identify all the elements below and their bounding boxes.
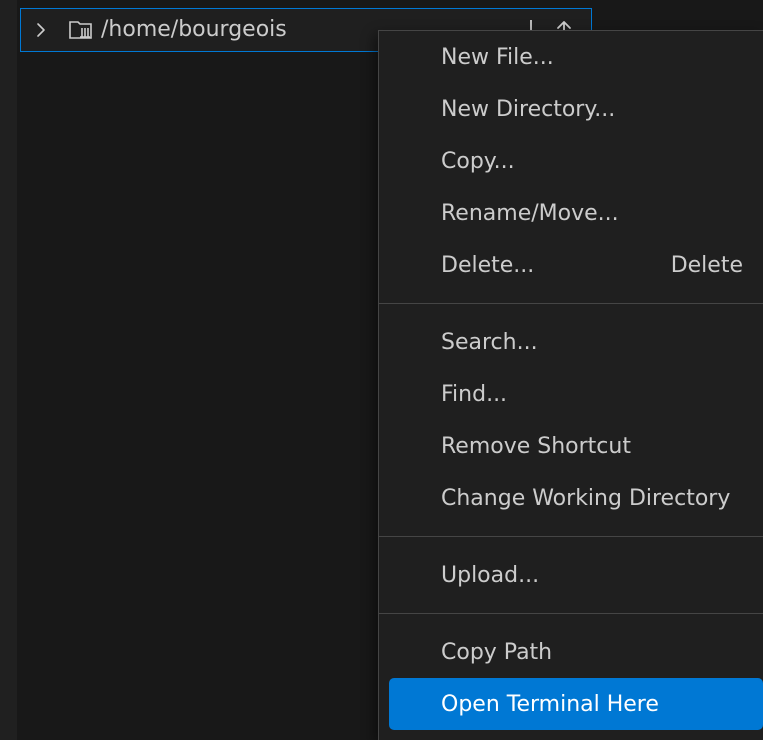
- menu-item[interactable]: New Directory...: [379, 83, 763, 135]
- menu-group: Copy Path Open Terminal Here: [379, 626, 763, 730]
- menu-item-label: Change Working Directory: [441, 485, 731, 511]
- menu-item-label: Find...: [441, 381, 508, 407]
- menu-group: Upload...: [379, 549, 763, 601]
- menu-group: New File... New Directory... Copy... Rename…: [379, 31, 763, 291]
- menu-item[interactable]: New File...: [379, 31, 763, 83]
- menu-item-label: New Directory...: [441, 96, 616, 122]
- menu-separator: [379, 536, 763, 537]
- menu-item-label: Rename/Move...: [441, 200, 619, 226]
- context-menu: New File... New Directory... Copy... Rename…: [378, 30, 763, 740]
- menu-item-label: Delete...: [441, 252, 535, 278]
- menu-item[interactable]: Change Working Directory: [379, 472, 763, 524]
- menu-item[interactable]: Remove Shortcut: [379, 420, 763, 472]
- menu-item-label: Remove Shortcut: [441, 433, 631, 459]
- menu-item[interactable]: Rename/Move...: [379, 187, 763, 239]
- menu-group: Search... Find... Remove Shortcut Change Wo…: [379, 316, 763, 524]
- menu-item-label: Search...: [441, 329, 538, 355]
- chevron-right-icon[interactable]: [21, 8, 61, 52]
- menu-separator: [379, 613, 763, 614]
- explorer-window: /home/bourgeois New File... New Directory…: [0, 0, 763, 740]
- menu-item-label: Copy Path: [441, 639, 553, 665]
- menu-item[interactable]: Copy Path: [379, 626, 763, 678]
- menu-item[interactable]: Upload...: [379, 549, 763, 601]
- path-label: /home/bourgeois: [101, 17, 287, 42]
- menu-item-label: Copy...: [441, 148, 515, 174]
- menu-item[interactable]: Open Terminal Here: [389, 678, 763, 730]
- menu-item[interactable]: Copy...: [379, 135, 763, 187]
- left-gutter: [0, 0, 17, 740]
- menu-item[interactable]: Search...: [379, 316, 763, 368]
- menu-item[interactable]: Find...: [379, 368, 763, 420]
- menu-item-shortcut: Delete: [670, 252, 743, 278]
- menu-item-label: Upload...: [441, 562, 540, 588]
- menu-item-label: Open Terminal Here: [441, 691, 659, 717]
- menu-item[interactable]: Delete... Delete: [379, 239, 763, 291]
- menu-separator: [379, 303, 763, 304]
- context-menu-items: New File... New Directory... Copy... Rename…: [379, 31, 763, 730]
- menu-item-label: New File...: [441, 44, 554, 70]
- home-folder-icon: [61, 8, 101, 52]
